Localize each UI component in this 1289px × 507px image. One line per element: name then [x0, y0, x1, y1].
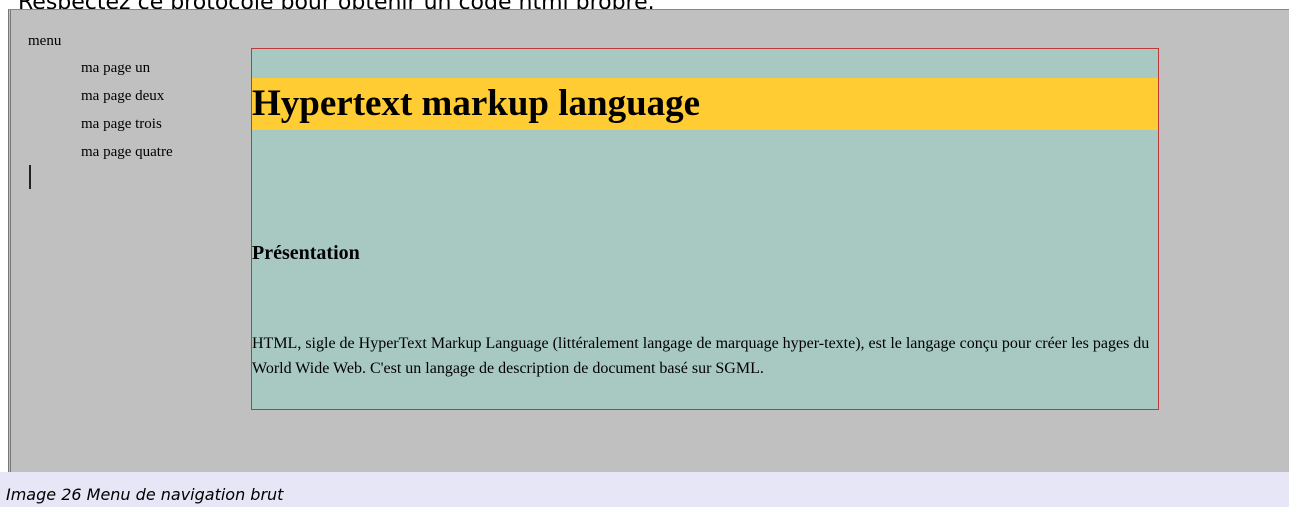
menu-list: ma page un ma page deux ma page trois ma…	[81, 58, 173, 170]
document-page: Respectez ce protocole pour obtenir un c…	[0, 0, 1289, 507]
section-paragraph: HTML, sigle de HyperText Markup Language…	[252, 335, 1150, 377]
figure-caption-bar: Image 26 Menu de navigation brut	[0, 472, 1289, 507]
page-title: Hypertext markup language	[252, 83, 701, 124]
menu-title: menu	[28, 33, 62, 49]
browser-screenshot: menu ma page un ma page deux ma page tro…	[8, 9, 1289, 472]
menu-item-page-trois[interactable]: ma page trois	[81, 114, 173, 142]
page-banner: Hypertext markup language	[252, 78, 1158, 130]
figure-caption: Image 26 Menu de navigation brut	[6, 485, 284, 504]
menu-item-page-deux[interactable]: ma page deux	[81, 86, 173, 114]
menu-item-page-quatre[interactable]: ma page quatre	[81, 142, 173, 170]
menu-item-page-un[interactable]: ma page un	[81, 58, 173, 86]
text-cursor	[29, 165, 31, 189]
section-heading: Présentation	[252, 242, 360, 264]
content-panel: Hypertext markup language Présentation H…	[251, 48, 1159, 410]
